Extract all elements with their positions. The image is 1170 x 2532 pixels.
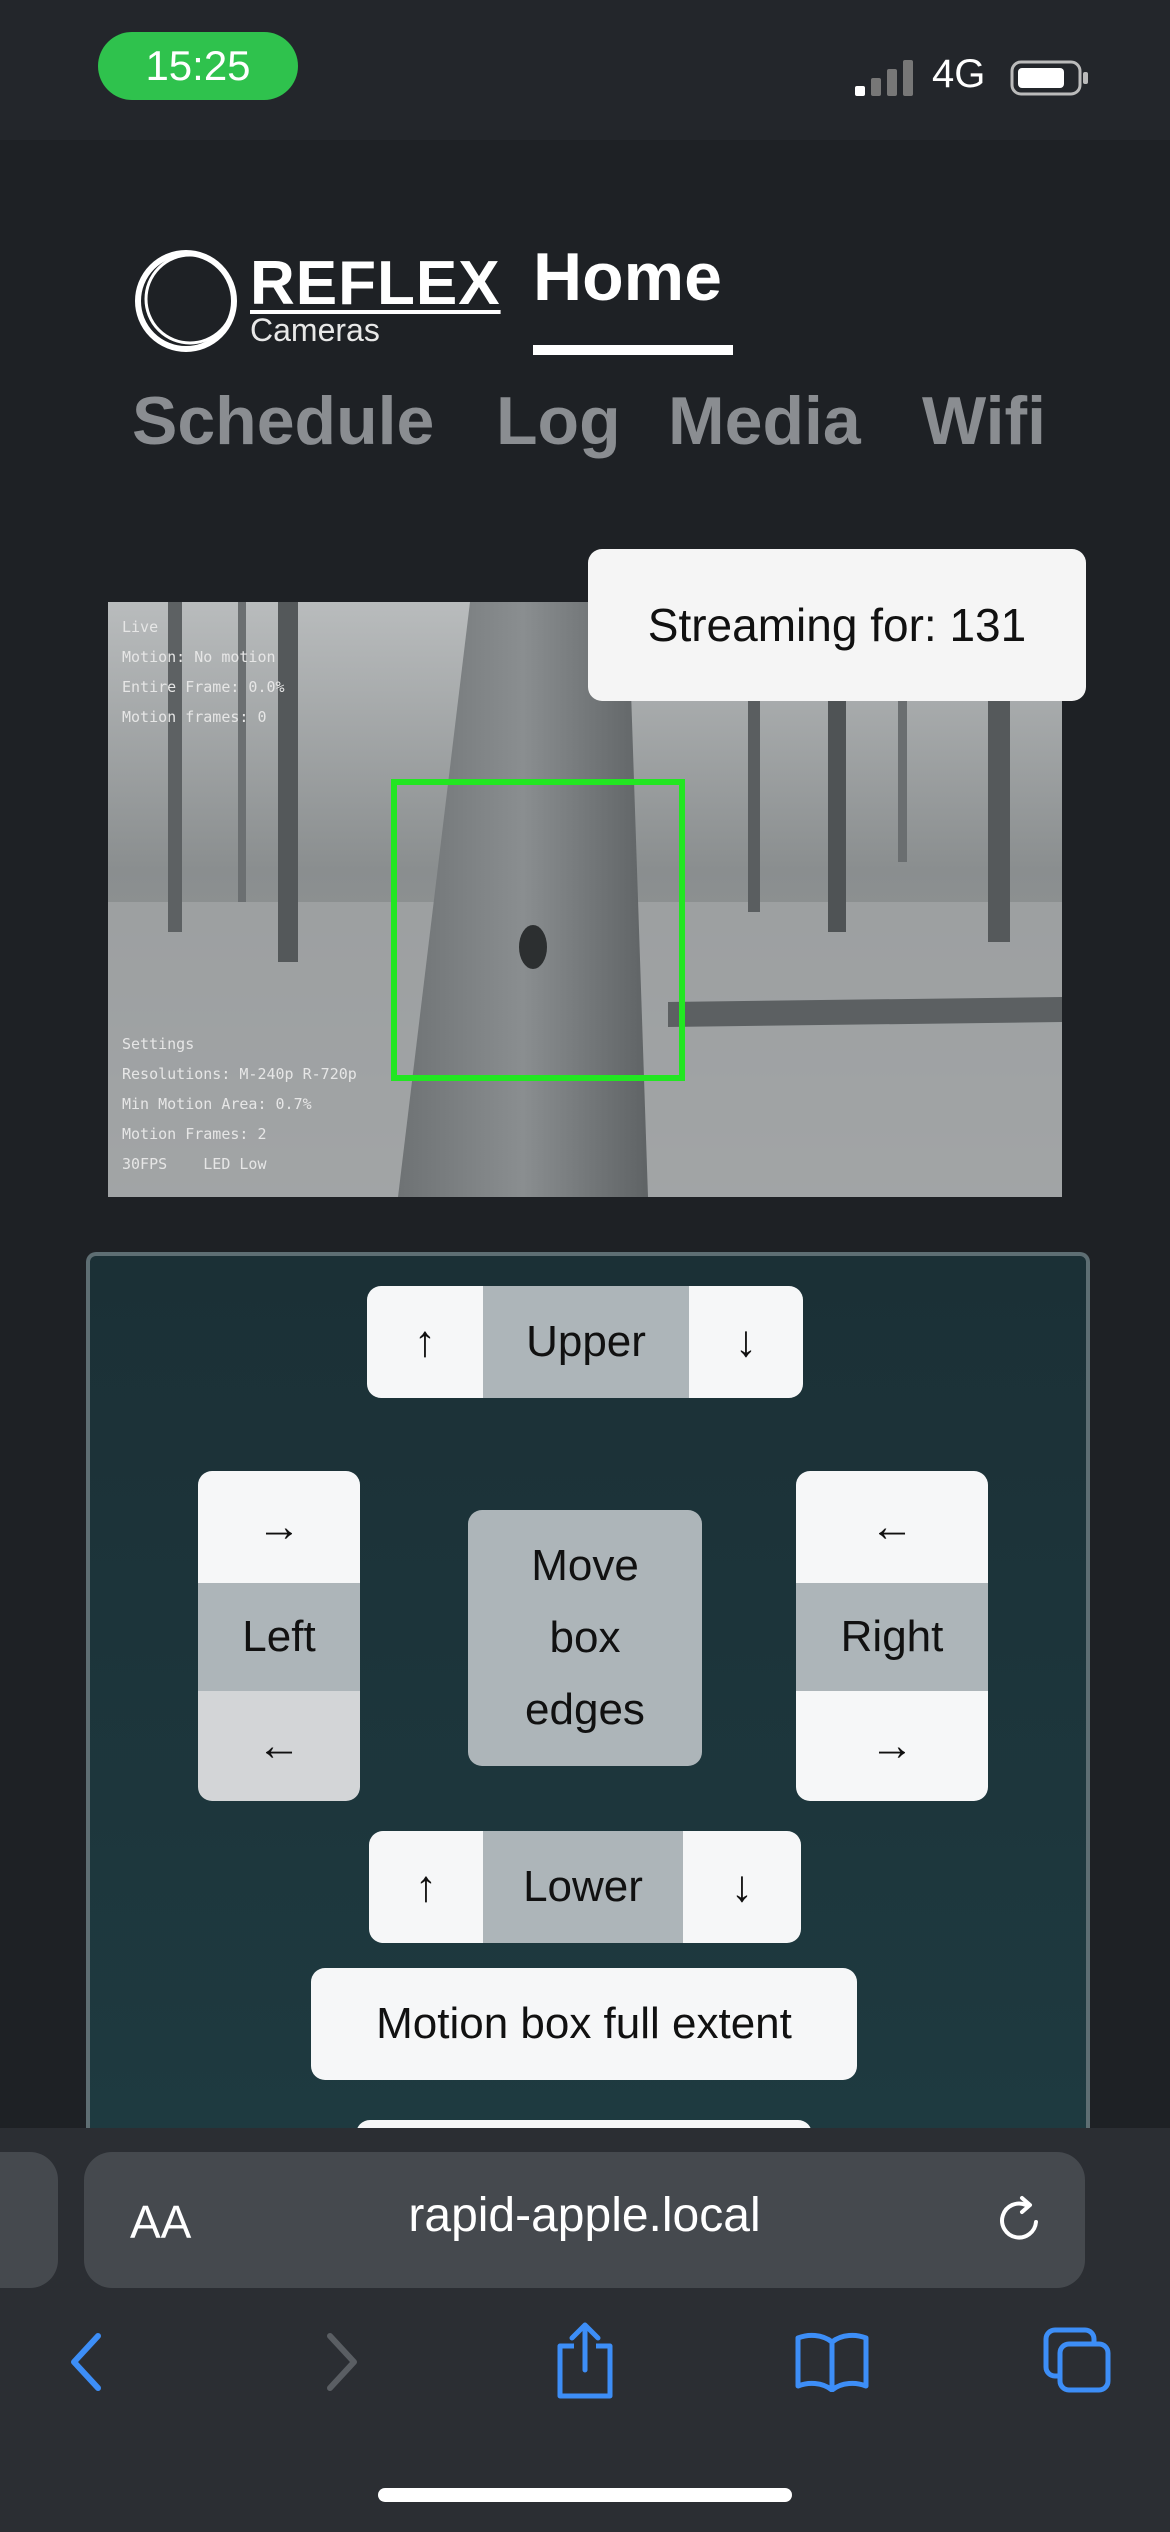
nav-log[interactable]: Log: [496, 382, 621, 460]
share-icon[interactable]: [550, 2320, 620, 2400]
bookmarks-icon[interactable]: [794, 2330, 870, 2392]
overlay-motion-frames: Motion frames: 0: [122, 708, 267, 726]
center-line-2: box: [549, 1613, 621, 1662]
overlay-fps-led: 30FPS LED Low: [122, 1155, 267, 1173]
home-indicator[interactable]: [378, 2488, 792, 2502]
right-left-arrow-button[interactable]: ←: [796, 1471, 988, 1583]
tabs-icon[interactable]: [1042, 2326, 1114, 2396]
battery-icon: [1010, 60, 1088, 96]
right-label: Right: [796, 1583, 988, 1691]
cellular-signal-icon: [855, 60, 913, 96]
overlay-settings: Settings: [122, 1035, 195, 1053]
move-box-edges-label: Move box edges: [468, 1510, 702, 1766]
nav-home[interactable]: Home: [533, 238, 722, 316]
upper-label: Upper: [483, 1286, 689, 1398]
left-left-arrow-button[interactable]: ←: [198, 1691, 360, 1801]
upper-up-button[interactable]: ↑: [367, 1286, 483, 1398]
center-line-1: Move: [531, 1541, 639, 1590]
network-type: 4G: [932, 52, 986, 96]
brand-subtitle: Cameras: [250, 312, 380, 348]
brand-name: REFLEX: [250, 249, 501, 318]
upper-down-button[interactable]: ↓: [689, 1286, 803, 1398]
back-icon[interactable]: [62, 2330, 112, 2394]
overlay-motion: Motion: No motion: [122, 648, 276, 666]
streaming-timer: Streaming for: 131: [588, 549, 1086, 701]
url-text[interactable]: rapid-apple.local: [84, 2188, 1085, 2243]
motion-box-controls: ↑ Upper ↓ → Left ← Move box edges ← Righ…: [86, 1252, 1090, 2140]
overlay-resolutions: Resolutions: M-240p R-720p: [122, 1065, 357, 1083]
overlay-min-motion-area: Min Motion Area: 0.7%: [122, 1095, 312, 1113]
nav-active-underline: [533, 345, 733, 355]
forward-icon[interactable]: [316, 2330, 366, 2394]
overlay-live: Live: [122, 618, 159, 636]
overlay-motion-frames-setting: Motion Frames: 2: [122, 1125, 267, 1143]
left-label: Left: [198, 1583, 360, 1691]
previous-tab-peek[interactable]: [0, 2152, 58, 2288]
overlay-entire-frame: Entire Frame: 0.0%: [122, 678, 285, 696]
right-right-arrow-button[interactable]: →: [796, 1691, 988, 1801]
lower-label: Lower: [483, 1831, 683, 1943]
reload-icon[interactable]: [992, 2192, 1048, 2248]
time-pill[interactable]: 15:25: [98, 32, 298, 100]
lower-down-button[interactable]: ↓: [683, 1831, 801, 1943]
nav-wifi[interactable]: Wifi: [922, 382, 1046, 460]
motion-box-full-extent-button[interactable]: Motion box full extent: [311, 1968, 857, 2080]
left-right-arrow-button[interactable]: →: [198, 1471, 360, 1583]
center-line-3: edges: [525, 1685, 645, 1734]
nav-schedule[interactable]: Schedule: [132, 382, 434, 460]
lower-up-button[interactable]: ↑: [369, 1831, 483, 1943]
nav-media[interactable]: Media: [668, 382, 861, 460]
